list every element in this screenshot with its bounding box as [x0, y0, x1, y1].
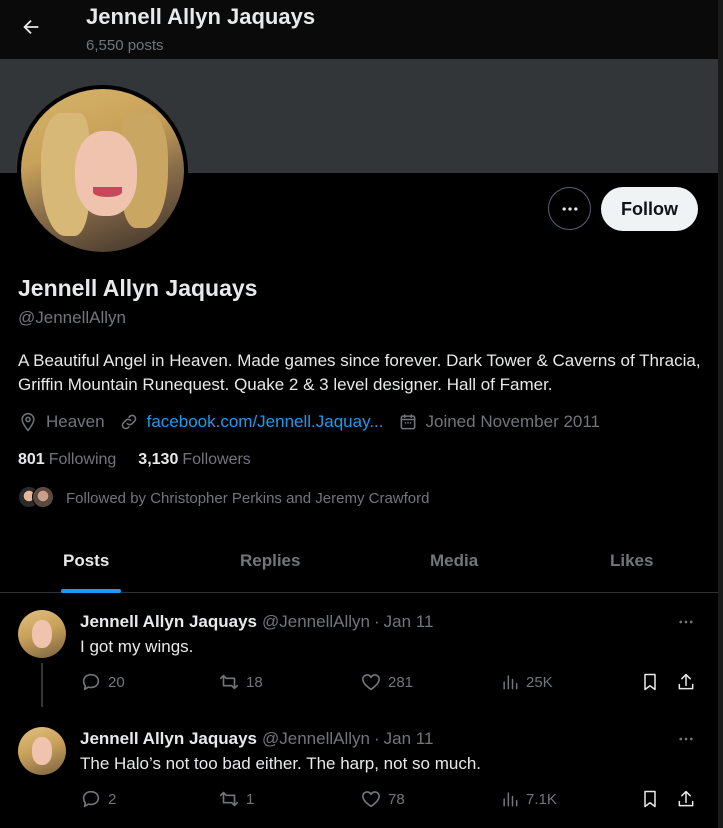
post-more-button[interactable] [676, 729, 696, 749]
like-count: 78 [388, 790, 405, 808]
repost-count: 18 [246, 673, 263, 691]
more-horizontal-icon [679, 620, 693, 624]
tab-replies[interactable]: Replies [240, 529, 300, 593]
header-title: Jennell Allyn Jaquays [86, 4, 316, 29]
followers-stat[interactable]: 3,130 Followers [138, 451, 251, 469]
like-button[interactable]: 78 [360, 787, 405, 811]
heart-icon [361, 791, 381, 808]
location: Heaven [18, 412, 105, 432]
like-count: 281 [388, 673, 414, 691]
header-post-count: 6,550 posts [86, 37, 164, 54]
followers-count: 3,130 [138, 451, 179, 468]
bookmark-button[interactable] [640, 670, 666, 694]
analytics-icon [503, 792, 518, 807]
post-author-name[interactable]: Jennell Allyn Jaquays [80, 729, 257, 749]
profile-bio: A Beautiful Angel in Heaven. Made games … [18, 351, 701, 394]
join-date-text: Joined November 2011 [425, 412, 601, 431]
heart-icon [361, 674, 381, 691]
post-avatar[interactable] [18, 610, 66, 658]
post-separator: · [373, 729, 380, 748]
tab-likes[interactable]: Likes [610, 529, 653, 593]
repost-button[interactable]: 1 [218, 787, 254, 811]
followed-by-text: Followed by Christopher Perkins and Jere… [66, 489, 430, 507]
post-actions: 20 18 281 25K [80, 670, 700, 694]
repost-icon [219, 791, 239, 807]
reply-count: 20 [108, 673, 125, 691]
tab-label: Likes [610, 551, 654, 570]
join-date: Joined November 2011 [398, 412, 601, 432]
repost-button[interactable]: 18 [218, 670, 263, 694]
post-date[interactable]: Jan 11 [384, 729, 434, 749]
avatar [32, 486, 54, 508]
more-horizontal-icon [562, 206, 577, 211]
arrow-left-icon [23, 19, 39, 35]
follow-stats: 801 Following 3,130 Followers [18, 451, 273, 469]
tab-label: Replies [240, 551, 301, 570]
reply-button[interactable]: 20 [80, 670, 125, 694]
avatar-image [21, 89, 184, 252]
post-author-name[interactable]: Jennell Allyn Jaquays [80, 612, 257, 632]
view-count: 25K [526, 673, 553, 691]
profile-tabs: Posts Replies Media Likes [0, 529, 718, 593]
post-date[interactable]: Jan 11 [384, 612, 434, 632]
link-icon [121, 414, 136, 430]
profile-handle: @JennellAllyn [18, 308, 126, 327]
tab-label: Posts [63, 551, 110, 570]
share-icon [678, 790, 694, 807]
reply-icon [82, 673, 100, 691]
website-link[interactable]: facebook.com/Jennell.Jaquay... [147, 412, 384, 432]
views-button[interactable]: 7.1K [500, 787, 557, 811]
analytics-icon [503, 675, 518, 690]
bookmark-button[interactable] [640, 787, 666, 811]
location-pin-icon [21, 412, 35, 432]
repost-icon [219, 674, 239, 690]
calendar-icon [400, 414, 415, 430]
followers-label: Followers [182, 451, 251, 468]
profile-avatar[interactable] [17, 85, 188, 256]
more-horizontal-icon [679, 737, 693, 741]
followed-by-avatars [18, 486, 58, 510]
back-button[interactable] [18, 14, 44, 40]
bookmark-icon [644, 790, 656, 808]
share-button[interactable] [676, 787, 702, 811]
view-count: 7.1K [526, 790, 557, 808]
share-button[interactable] [676, 670, 702, 694]
repost-count: 1 [246, 790, 255, 808]
more-options-button[interactable] [548, 187, 591, 230]
post-author-handle[interactable]: @JennellAllyn [262, 612, 370, 632]
post-author-handle[interactable]: @JennellAllyn [262, 729, 370, 749]
share-icon [678, 673, 694, 690]
post-text: The Halo’s not too bad either. The harp,… [80, 754, 482, 773]
tab-media[interactable]: Media [430, 529, 478, 593]
active-tab-indicator [61, 589, 121, 593]
post-more-button[interactable] [676, 612, 696, 632]
views-button[interactable]: 25K [500, 670, 553, 694]
post-avatar[interactable] [18, 727, 66, 775]
bookmark-icon [644, 673, 656, 691]
tab-label: Media [430, 551, 479, 570]
thread-connector [41, 663, 43, 707]
profile-name: Jennell Allyn Jaquays [18, 275, 258, 301]
following-label: Following [48, 451, 117, 468]
reply-button[interactable]: 2 [80, 787, 116, 811]
follow-button[interactable]: Follow [601, 187, 698, 231]
post-header: Jennell Allyn Jaquays @JennellAllyn · Ja… [80, 612, 433, 632]
post-header: Jennell Allyn Jaquays @JennellAllyn · Ja… [80, 729, 433, 749]
post-text: I got my wings. [80, 637, 194, 656]
following-count: 801 [18, 451, 45, 468]
top-bar: Jennell Allyn Jaquays 6,550 posts [0, 0, 718, 59]
tab-posts[interactable]: Posts [61, 529, 121, 593]
profile-meta: Heaven facebook.com/Jennell.Jaquay... Jo… [18, 412, 614, 432]
followed-by[interactable]: Followed by Christopher Perkins and Jere… [18, 486, 429, 510]
post-separator: · [373, 612, 380, 631]
reply-icon [82, 790, 100, 808]
post-actions: 2 1 78 7.1K [80, 787, 700, 811]
following-stat[interactable]: 801 Following [18, 451, 116, 469]
scrollbar[interactable] [718, 0, 723, 828]
like-button[interactable]: 281 [360, 670, 413, 694]
location-text: Heaven [46, 412, 105, 431]
reply-count: 2 [108, 790, 117, 808]
website[interactable]: facebook.com/Jennell.Jaquay... [119, 412, 384, 432]
